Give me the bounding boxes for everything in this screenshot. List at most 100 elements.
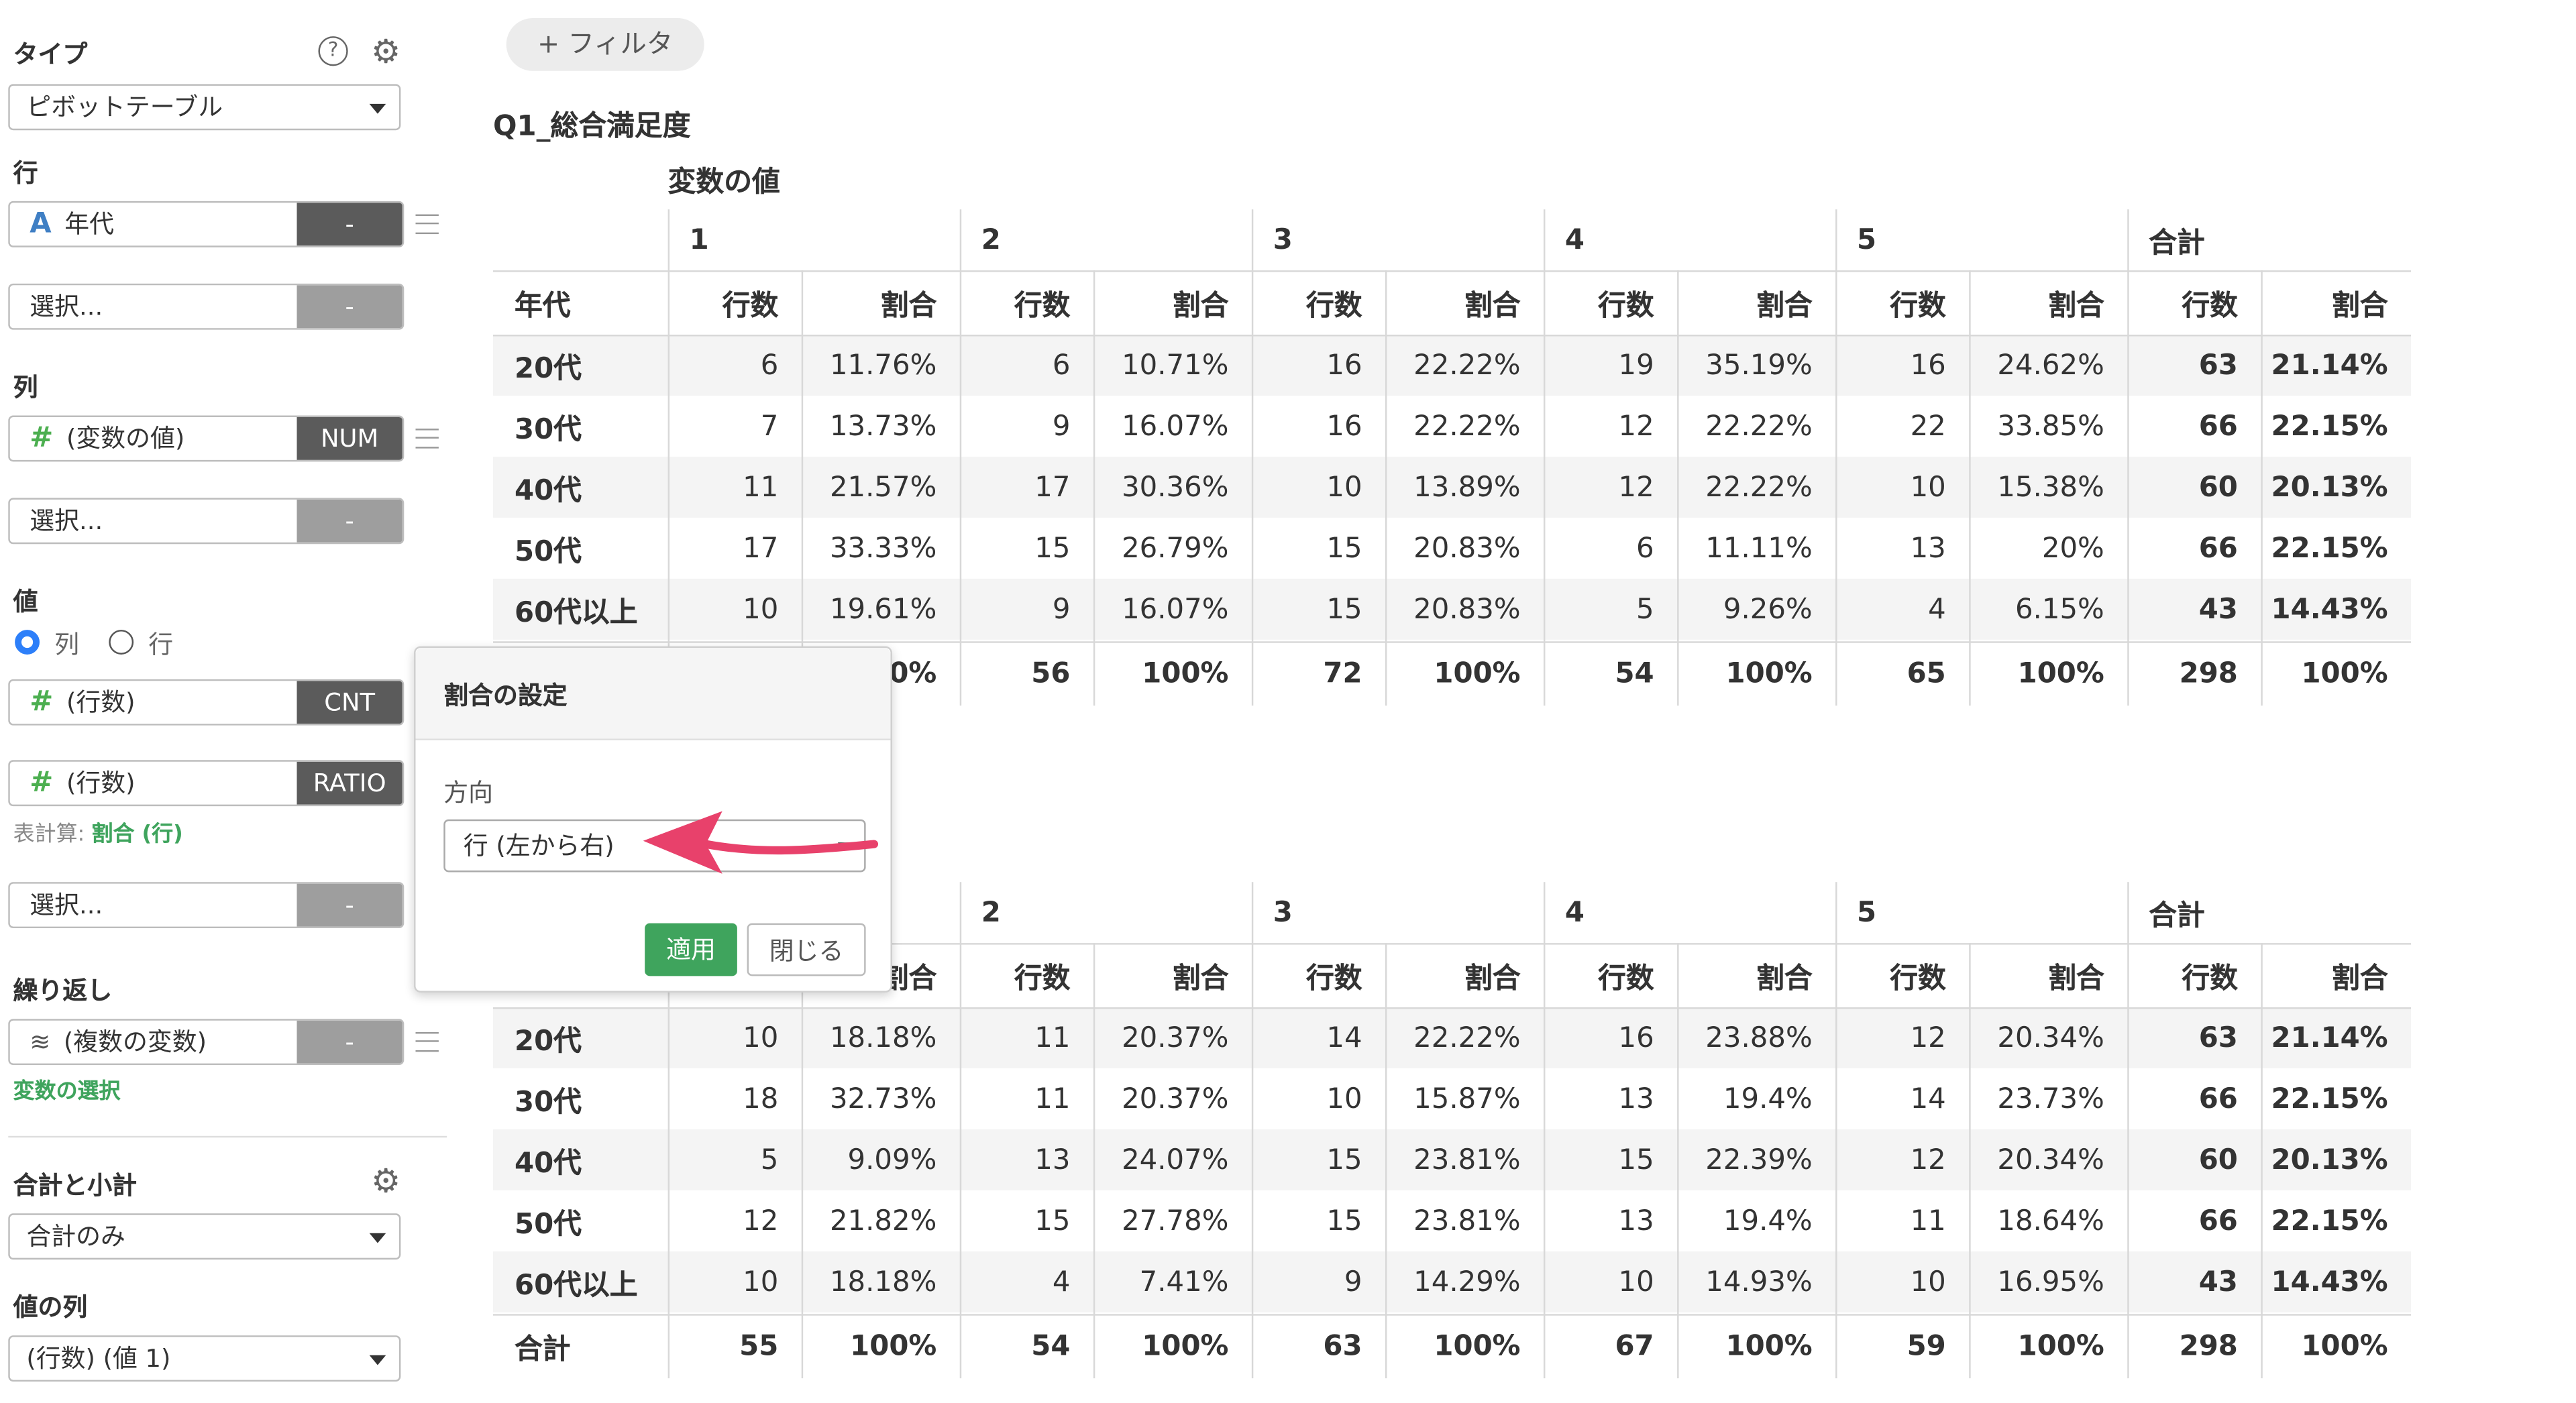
value-field-ratio-tag[interactable]: RATIO xyxy=(297,761,402,805)
value-label: 値 xyxy=(13,587,38,617)
table-gridline xyxy=(1251,882,1254,1379)
total-cell: 65 xyxy=(1907,657,1946,690)
table-cell: 22.15% xyxy=(2271,409,2388,443)
table-cell: 16 xyxy=(1910,348,1946,382)
number-type-icon: # xyxy=(30,685,54,719)
drag-handle-icon[interactable] xyxy=(415,214,439,235)
table-row: 60代以上 10 18.18% 4 7.41% 9 14.29% 10 14.93% 10 16.9… xyxy=(493,1251,2412,1312)
help-icon[interactable]: ? xyxy=(318,36,348,66)
count-header: 行数 xyxy=(2182,962,2238,996)
table-cell: 22.22% xyxy=(1413,1021,1521,1055)
table-gridline xyxy=(493,1314,2412,1316)
total-cell: 100% xyxy=(1725,657,1813,690)
table-cell: 60 xyxy=(2198,1143,2238,1176)
table-row: 40代 11 21.57% 17 30.36% 10 13.89% 12 22.22% 10 15.… xyxy=(493,456,2412,518)
col-field-tag[interactable]: NUM xyxy=(297,416,402,460)
table-cell: 35.19% xyxy=(1705,348,1813,382)
pivot-table-1: 1 2 3 4 5 合計 年代 行数 割合 行数 割合 行数 割合 行数 割合 行数 割合 行数 割合 20代 6 11.… xyxy=(493,209,2412,706)
row-field-tag[interactable]: - xyxy=(297,203,402,246)
table-cell: 6 xyxy=(1636,531,1654,565)
table-cell: 60 xyxy=(2198,470,2238,504)
table-cell: 15 xyxy=(1326,592,1362,626)
table-cell: 16 xyxy=(1618,1021,1654,1055)
col-field[interactable]: # (変数の値) NUM xyxy=(8,415,405,462)
table-cell: 7.41% xyxy=(1139,1265,1229,1298)
table-cell: 22.22% xyxy=(1413,348,1521,382)
table-gridline xyxy=(493,641,2412,643)
value-field-ratio[interactable]: # (行数) RATIO xyxy=(8,760,405,807)
table-cell: 14 xyxy=(1326,1021,1362,1055)
table-gridline xyxy=(1835,882,1837,1379)
value-field-count[interactable]: # (行数) CNT xyxy=(8,679,405,726)
table-cell: 13 xyxy=(1034,1143,1071,1176)
table-gridline xyxy=(1677,943,1679,1379)
table-gridline xyxy=(667,209,670,706)
sidebar-divider xyxy=(8,1135,447,1138)
apply-button[interactable]: 適用 xyxy=(645,923,737,976)
table-row: 30代 7 13.73% 9 16.07% 16 22.22% 12 22.22% 22 33.85… xyxy=(493,396,2411,457)
radio-row[interactable] xyxy=(109,630,134,655)
radio-col[interactable] xyxy=(15,630,40,655)
group-header: 合計 xyxy=(2149,900,2205,934)
count-header: 行数 xyxy=(1598,962,1654,996)
table-cell: 9.26% xyxy=(1723,592,1813,626)
row-select-tag[interactable]: - xyxy=(297,285,402,329)
gear-icon[interactable]: ⚙ xyxy=(371,1162,400,1198)
table-gridline xyxy=(1385,270,1387,706)
table-title: Q1_総合満足度 xyxy=(493,110,691,144)
table-cell: 10 xyxy=(743,592,779,626)
table-cell: 20.83% xyxy=(1413,531,1521,565)
table-cell: 43 xyxy=(2198,592,2238,626)
value-select-field[interactable]: 選択... - xyxy=(8,882,405,929)
table-cell: 11 xyxy=(1034,1021,1071,1055)
table-cell: 20.13% xyxy=(2271,1143,2388,1176)
type-select[interactable]: ピボットテーブル xyxy=(8,84,401,131)
table-cell: 22.15% xyxy=(2271,531,2388,565)
repeat-field-name: (複数の変数) xyxy=(63,1027,207,1057)
count-header: 行数 xyxy=(1014,962,1071,996)
table-cell: 22.22% xyxy=(1705,409,1813,443)
col-field-name: (変数の値) xyxy=(66,423,185,454)
table-cell: 14.93% xyxy=(1705,1265,1813,1298)
table-cell: 22 xyxy=(1910,409,1946,443)
table-cell: 11 xyxy=(743,470,779,504)
calc-link[interactable]: 割合 (行) xyxy=(92,823,183,848)
col-select-field[interactable]: 選択... - xyxy=(8,498,405,545)
calc-note: 表計算: 割合 (行) xyxy=(13,816,183,848)
value-field-ratio-name: (行数) xyxy=(66,768,136,798)
drag-handle-icon[interactable] xyxy=(415,429,439,449)
table-cell: 16.07% xyxy=(1122,409,1229,443)
value-select-tag[interactable]: - xyxy=(297,883,402,927)
row-header-label: 年代 xyxy=(514,290,571,323)
totals-select[interactable]: 合計のみ xyxy=(8,1213,401,1260)
table-cell: 13.73% xyxy=(829,409,937,443)
number-type-icon: # xyxy=(30,767,54,800)
popup-title: 割合の設定 xyxy=(443,681,568,711)
row-label: 30代 xyxy=(514,414,582,447)
repeat-field[interactable]: ≋ (複数の変数) - xyxy=(8,1019,405,1066)
table-gridline xyxy=(1543,209,1546,706)
table-cell: 19.4% xyxy=(1723,1082,1813,1116)
close-button[interactable]: 閉じる xyxy=(747,923,866,976)
table-cell: 20.37% xyxy=(1122,1021,1229,1055)
repeat-field-tag[interactable]: - xyxy=(297,1020,402,1064)
col-select-tag[interactable]: - xyxy=(297,499,402,543)
ratio-header: 割合 xyxy=(2048,962,2104,996)
table-gridline xyxy=(493,335,2412,337)
variable-select-link[interactable]: 変数の選択 xyxy=(13,1073,121,1105)
drag-handle-icon[interactable] xyxy=(415,1031,439,1052)
table-gridline xyxy=(1251,209,1254,706)
gear-icon[interactable]: ⚙ xyxy=(371,33,400,69)
table-cell: 14 xyxy=(1910,1082,1946,1116)
row-select-field[interactable]: 選択... - xyxy=(8,283,405,330)
value-field-count-tag[interactable]: CNT xyxy=(297,681,402,724)
table-cell: 9 xyxy=(1344,1265,1362,1298)
table-cell: 15.38% xyxy=(1997,470,2104,504)
add-filter-button[interactable]: + フィルタ xyxy=(506,18,704,71)
table-cell: 18 xyxy=(743,1082,779,1116)
row-field[interactable]: A 年代 - xyxy=(8,201,405,247)
count-header: 行数 xyxy=(1598,290,1654,323)
value-col-select[interactable]: (行数) (値 1) xyxy=(8,1335,401,1382)
row-label: 30代 xyxy=(514,1086,582,1120)
type-label: タイプ xyxy=(13,39,88,70)
